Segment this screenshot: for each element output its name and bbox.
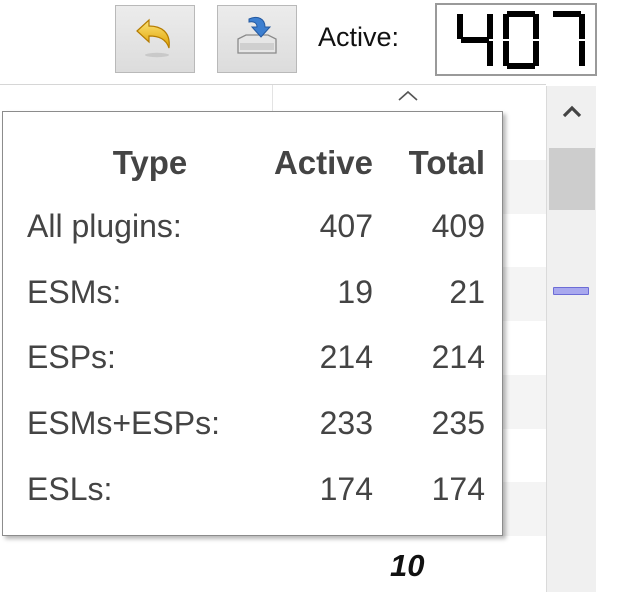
digit-segment (533, 13, 539, 39)
row-type: All plugins: (27, 208, 182, 245)
row-type: ESMs+ESPs: (27, 405, 220, 442)
list-row-stripe (500, 267, 546, 321)
digit-segment (457, 13, 463, 39)
table-row: ESLs: 174 174 (27, 456, 485, 522)
save-button[interactable] (217, 5, 297, 73)
row-total: 21 (449, 273, 485, 310)
table-row: All plugins: 407 409 (27, 194, 485, 260)
save-tray-icon (232, 13, 282, 65)
scroll-up-button[interactable] (547, 86, 597, 140)
digit-segment (503, 40, 509, 66)
scroll-position-marker (553, 287, 589, 295)
row-total: 235 (431, 405, 485, 442)
table-row: ESMs+ESPs: 233 235 (27, 391, 485, 457)
table-header-row: Type Active Total (27, 132, 485, 194)
digit-segment (507, 62, 535, 69)
list-row-stripe (500, 482, 546, 536)
header-total: Total (408, 144, 485, 181)
row-active: 233 (319, 405, 373, 442)
undo-button[interactable] (115, 5, 195, 73)
table-row: ESMs: 19 21 (27, 260, 485, 326)
row-total: 409 (431, 208, 485, 245)
toolbar: Active: 407 (0, 0, 640, 86)
digit-segment (461, 36, 489, 43)
list-cell-value: 10 (390, 548, 425, 583)
chevron-up-icon (561, 103, 583, 123)
plugin-counts-tooltip: Type Active Total All plugins: 407 409 E… (2, 111, 503, 536)
digit-segment (487, 13, 493, 39)
digit-segment (579, 40, 585, 66)
vertical-scrollbar[interactable] (546, 86, 596, 592)
digit-segment (579, 13, 585, 39)
undo-arrow-icon (133, 15, 177, 63)
digit-segment (507, 10, 535, 17)
row-total: 174 (431, 470, 485, 507)
scroll-thumb[interactable] (549, 148, 595, 210)
header-type: Type (112, 144, 188, 181)
digit-segment (533, 40, 539, 66)
row-active: 174 (319, 470, 373, 507)
row-type: ESMs: (27, 273, 122, 310)
sort-up-icon[interactable] (397, 87, 419, 106)
digit-segment (553, 10, 581, 17)
plugin-counts-table: Type Active Total All plugins: 407 409 E… (27, 132, 485, 522)
digit-segment (487, 40, 493, 66)
active-count-digits (457, 10, 585, 69)
row-active: 407 (319, 208, 373, 245)
active-label: Active: (318, 22, 400, 52)
row-type: ESPs: (27, 339, 116, 376)
digit-segment (503, 13, 509, 39)
row-total: 214 (431, 339, 485, 376)
row-type: ESLs: (27, 470, 113, 507)
table-row: ESPs: 214 214 (27, 325, 485, 391)
window-edge (596, 86, 640, 592)
row-active: 214 (319, 339, 373, 376)
active-count-display: 407 (435, 3, 597, 76)
row-active: 19 (337, 273, 373, 310)
header-active: Active (273, 144, 373, 181)
list-row-stripe (500, 160, 546, 214)
list-row-stripe (500, 375, 546, 429)
